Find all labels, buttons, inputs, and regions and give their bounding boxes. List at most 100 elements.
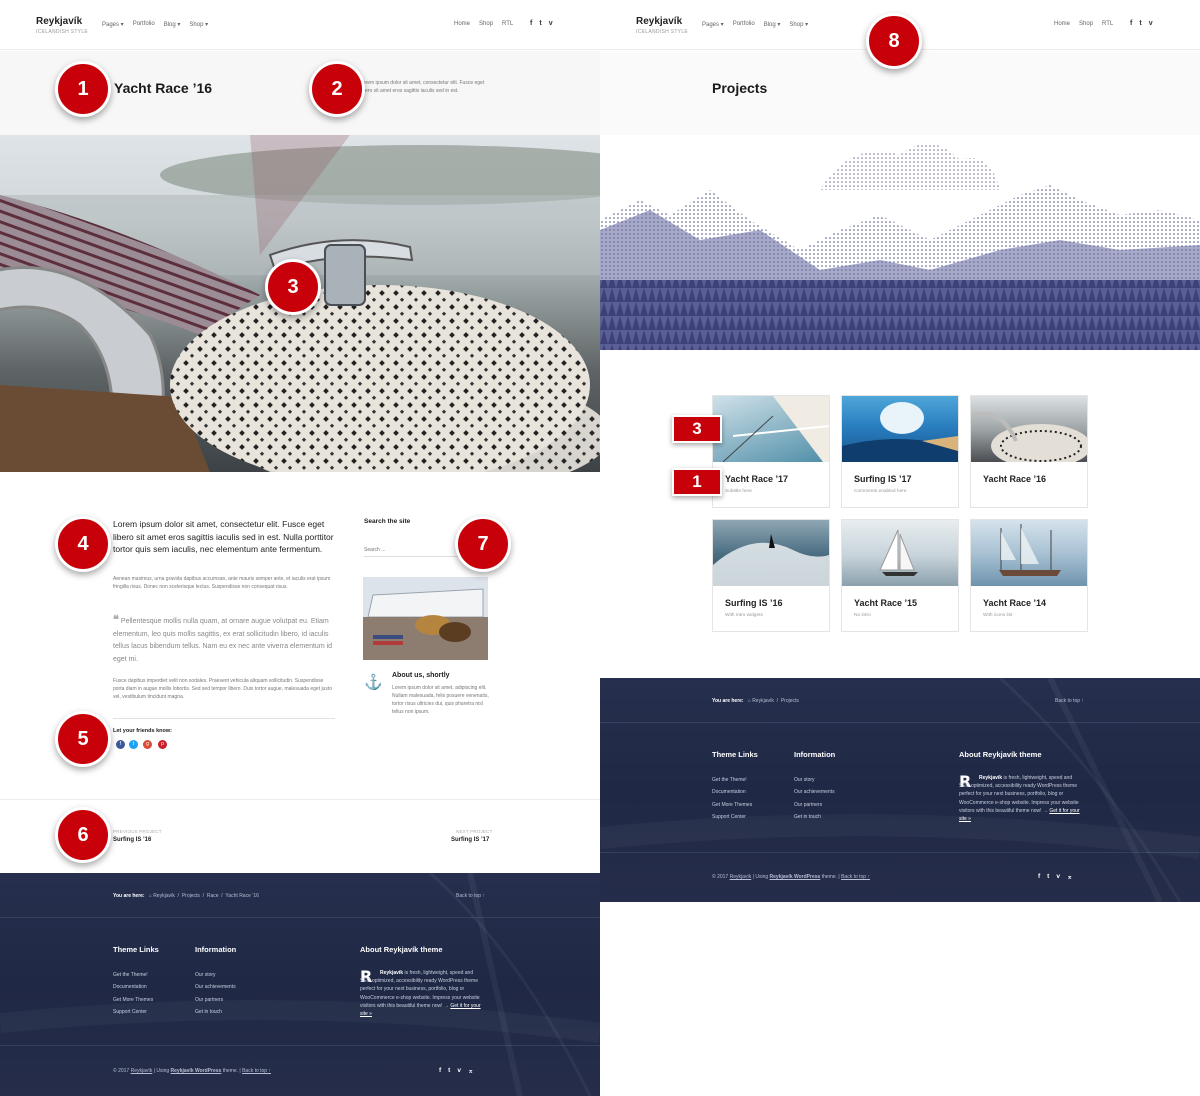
site-logo[interactable]: Reykjavík ICELANDISH STYLE	[636, 16, 688, 35]
footer-link[interactable]: Get in touch	[794, 814, 821, 820]
twitter-icon[interactable]: t	[539, 20, 541, 27]
footer-link[interactable]: Get More Themes	[113, 997, 153, 1003]
vimeo-icon[interactable]: v	[1056, 873, 1060, 881]
site-logo[interactable]: Reykjavík ICELANDISH STYLE	[36, 16, 88, 35]
nav-blog-label: Blog	[763, 22, 776, 28]
vimeo-icon[interactable]: v	[549, 20, 553, 27]
share-facebook-icon[interactable]: f	[116, 740, 125, 749]
footer-link[interactable]: Documentation	[113, 984, 147, 990]
back-to-top-link[interactable]: Back to top ↑	[1055, 698, 1084, 704]
nav-pages[interactable]: Pages ▾	[102, 21, 124, 28]
home-icon: ⌂	[747, 698, 751, 704]
secondary-nav: Home Shop RTL	[454, 21, 513, 27]
project-title[interactable]: Surfing IS ’16	[725, 598, 783, 608]
facebook-icon[interactable]: f	[439, 1067, 441, 1075]
footer-background-sails	[600, 678, 1200, 902]
home-icon: ⌂	[148, 893, 152, 899]
page-intro-text: Lorem ipsum dolor sit amet, consectetur …	[360, 80, 485, 94]
vimeo-icon[interactable]: v	[1149, 20, 1153, 27]
back-to-top-link[interactable]: Back to top ↑	[456, 893, 485, 899]
twitter-icon[interactable]: t	[448, 1067, 450, 1075]
share-google-icon[interactable]: g	[143, 740, 152, 749]
nav-blog[interactable]: Blog ▾	[164, 21, 181, 28]
footer-link[interactable]: Get in touch	[195, 1009, 222, 1015]
nav-shop[interactable]: Shop ▾	[189, 21, 208, 28]
share-twitter-icon[interactable]: t	[129, 740, 138, 749]
project-card[interactable]: Yacht Race ’14 With icons list	[970, 519, 1088, 632]
breadcrumb-item[interactable]: Reykjavík	[752, 698, 774, 704]
nav-rtl[interactable]: RTL	[502, 21, 513, 27]
nav-shop-secondary[interactable]: Shop	[1079, 21, 1093, 27]
next-project-link[interactable]: Surfing IS ’17	[451, 837, 489, 843]
footer-link[interactable]: Get More Themes	[712, 802, 752, 808]
project-card[interactable]: Yacht Race ’16	[970, 395, 1088, 508]
project-title[interactable]: Yacht Race ’17	[725, 474, 788, 484]
project-title[interactable]: Yacht Race ’15	[854, 598, 917, 608]
annotation-badge: 5	[55, 711, 111, 767]
footer-link[interactable]: Our partners	[195, 997, 223, 1003]
prev-project-link[interactable]: Surfing IS ’16	[113, 837, 151, 843]
footer-link[interactable]: Get the Theme!	[712, 777, 747, 783]
project-title[interactable]: Yacht Race ’14	[983, 598, 1046, 608]
copyright-theme-link[interactable]: Reykjavík WordPress	[171, 1068, 222, 1074]
project-thumbnail[interactable]	[971, 520, 1087, 586]
back-to-top-icon[interactable]: ⌅	[1067, 873, 1072, 881]
project-card[interactable]: Surfing IS ’16 With intro widgets	[712, 519, 830, 632]
project-thumbnail[interactable]	[713, 520, 829, 586]
facebook-icon[interactable]: f	[1038, 873, 1040, 881]
body-paragraph-2: Fusce dapibus imperdiet velit non sodale…	[113, 678, 333, 700]
nav-shop[interactable]: Shop ▾	[789, 21, 808, 28]
footer-link[interactable]: Our partners	[794, 802, 822, 808]
footer-link[interactable]: Our achievements	[794, 789, 835, 795]
footer-link[interactable]: Our story	[794, 777, 815, 783]
project-thumbnail[interactable]	[713, 396, 829, 462]
annotation-marker: 1	[672, 468, 722, 496]
footer-link[interactable]: Support Center	[712, 814, 746, 820]
facebook-icon[interactable]: f	[1130, 20, 1132, 27]
nav-home[interactable]: Home	[454, 21, 470, 27]
yacht-deck-thumb	[722, 396, 829, 462]
header-social: f t v	[1130, 20, 1153, 27]
breadcrumb-item[interactable]: Projects	[182, 893, 200, 899]
project-subtitle: With intro widgets	[725, 613, 763, 618]
copyright-theme-link[interactable]: Reykjavík WordPress	[770, 874, 821, 880]
project-title[interactable]: Surfing IS ’17	[854, 474, 912, 484]
project-card[interactable]: Yacht Race ’15 No intro	[841, 519, 959, 632]
divider	[113, 718, 335, 719]
nav-rtl[interactable]: RTL	[1102, 21, 1113, 27]
footer-link[interactable]: Our achievements	[195, 984, 236, 990]
copyright-site-link[interactable]: Reykjavík	[730, 874, 752, 880]
site-name[interactable]: Reykjavík	[636, 16, 688, 27]
back-to-top-icon[interactable]: ⌅	[468, 1067, 473, 1075]
nav-portfolio[interactable]: Portfolio	[133, 21, 155, 28]
annotation-badge: 1	[55, 61, 111, 117]
footer-link[interactable]: Get the Theme!	[113, 972, 148, 978]
vimeo-icon[interactable]: v	[457, 1067, 461, 1075]
project-card[interactable]: Surfing IS ’17 Comments enabled here	[841, 395, 959, 508]
breadcrumb-item[interactable]: Race	[207, 893, 219, 899]
twitter-icon[interactable]: t	[1139, 20, 1141, 27]
site-name[interactable]: Reykjavík	[36, 16, 88, 27]
footer-divider	[600, 722, 1200, 723]
share-pinterest-icon[interactable]: p	[158, 740, 167, 749]
copyright-back-to-top[interactable]: Back to top ↑	[242, 1068, 271, 1074]
project-card[interactable]: Yacht Race ’17 Subtitle here	[712, 395, 830, 508]
breadcrumb-item[interactable]: Reykjavík	[153, 893, 175, 899]
project-thumbnail[interactable]	[842, 396, 958, 462]
nav-pages[interactable]: Pages ▾	[702, 21, 724, 28]
project-thumbnail[interactable]	[971, 396, 1087, 462]
footer-link[interactable]: Support Center	[113, 1009, 147, 1015]
copyright-site-link[interactable]: Reykjavík	[131, 1068, 153, 1074]
footer-link[interactable]: Our story	[195, 972, 216, 978]
footer-link[interactable]: Documentation	[712, 789, 746, 795]
project-title[interactable]: Yacht Race ’16	[983, 474, 1046, 484]
nav-blog[interactable]: Blog ▾	[764, 21, 781, 28]
project-thumbnail[interactable]	[842, 520, 958, 586]
facebook-icon[interactable]: f	[530, 20, 532, 27]
breadcrumb: You are here: ⌂ Reykjavík / Projects / R…	[113, 893, 259, 899]
twitter-icon[interactable]: t	[1047, 873, 1049, 881]
copyright-back-to-top[interactable]: Back to top ↑	[841, 874, 870, 880]
nav-home[interactable]: Home	[1054, 21, 1070, 27]
nav-shop-secondary[interactable]: Shop	[479, 21, 493, 27]
nav-portfolio[interactable]: Portfolio	[733, 21, 755, 28]
